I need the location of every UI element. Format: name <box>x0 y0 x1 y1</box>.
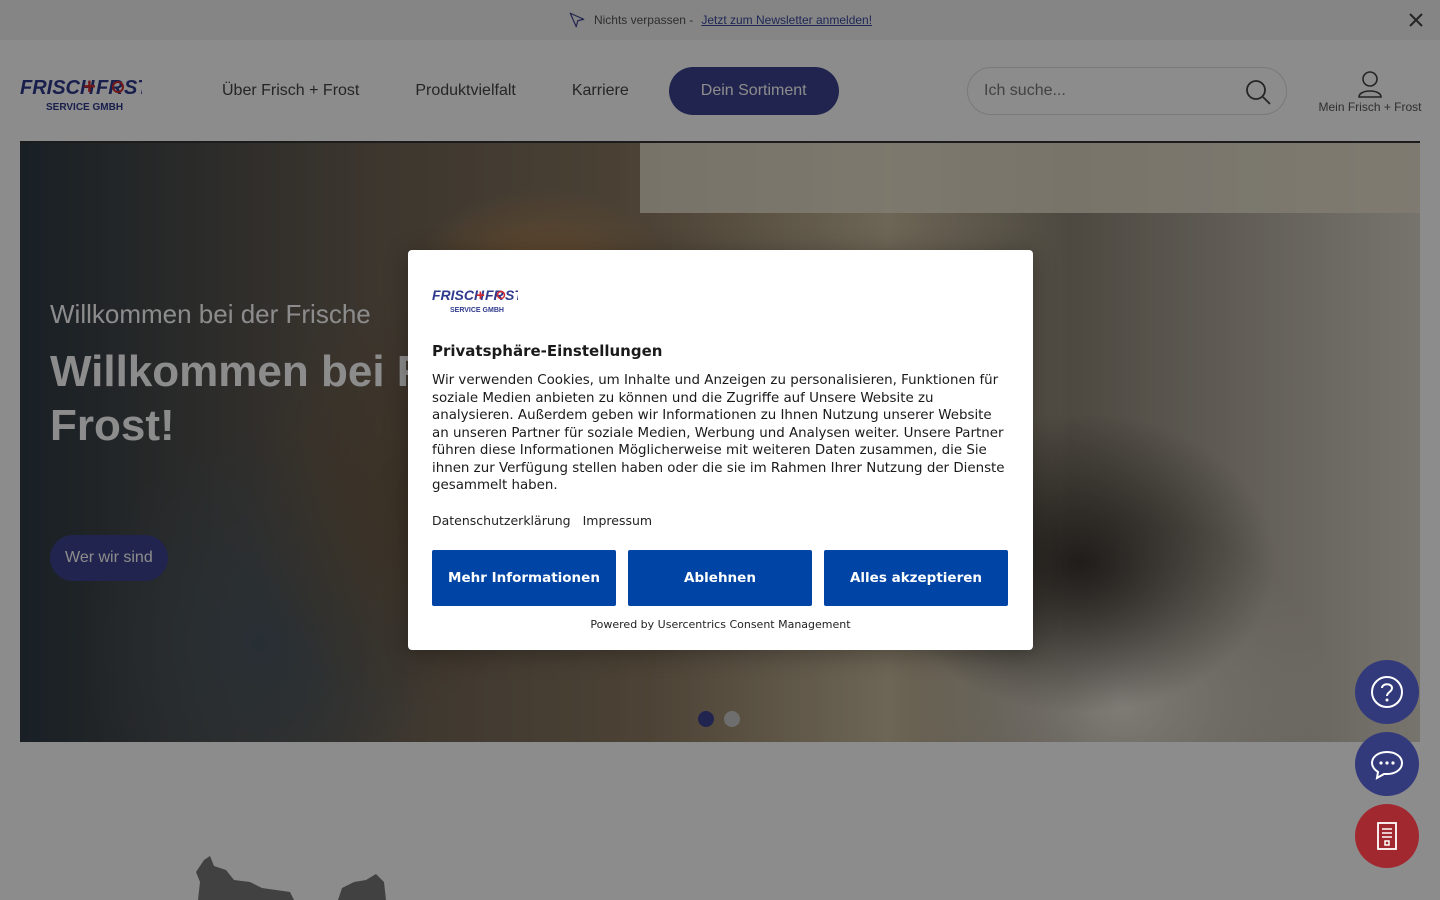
svg-text:FR: FR <box>485 287 505 303</box>
consent-buttons: Mehr Informationen Ablehnen Alles akzept… <box>432 549 1009 606</box>
chat-bubble-icon <box>1370 750 1404 780</box>
powered-by-text: Powered by Usercentrics Consent Manageme… <box>590 617 851 631</box>
document-icon <box>1377 822 1397 850</box>
imprint-link[interactable]: Impressum <box>583 513 652 528</box>
help-button[interactable] <box>1355 660 1419 724</box>
consent-title: Privatsphäre-Einstellungen <box>432 342 663 360</box>
accept-all-button[interactable]: Alles akzeptieren <box>824 549 1008 606</box>
catalog-button[interactable] <box>1355 804 1419 868</box>
privacy-consent-dialog: FRISCH + FR ST SERVICE GMBH Privatsphäre… <box>408 250 1033 650</box>
svg-text:+: + <box>476 287 485 304</box>
question-icon <box>1371 676 1403 708</box>
chat-button[interactable] <box>1355 732 1419 796</box>
svg-text:ST: ST <box>505 287 518 303</box>
consent-text: Wir verwenden Cookies, um Inhalte und An… <box>432 373 1005 493</box>
privacy-policy-link[interactable]: Datenschutzerklärung <box>432 513 571 528</box>
svg-text:SERVICE GMBH: SERVICE GMBH <box>450 307 504 314</box>
more-info-button[interactable]: Mehr Informationen <box>432 549 616 606</box>
decline-button[interactable]: Ablehnen <box>628 549 812 606</box>
frisch-frost-logo: FRISCH + FR ST SERVICE GMBH <box>432 287 524 314</box>
consent-links: Datenschutzerklärung Impressum <box>432 513 1009 528</box>
